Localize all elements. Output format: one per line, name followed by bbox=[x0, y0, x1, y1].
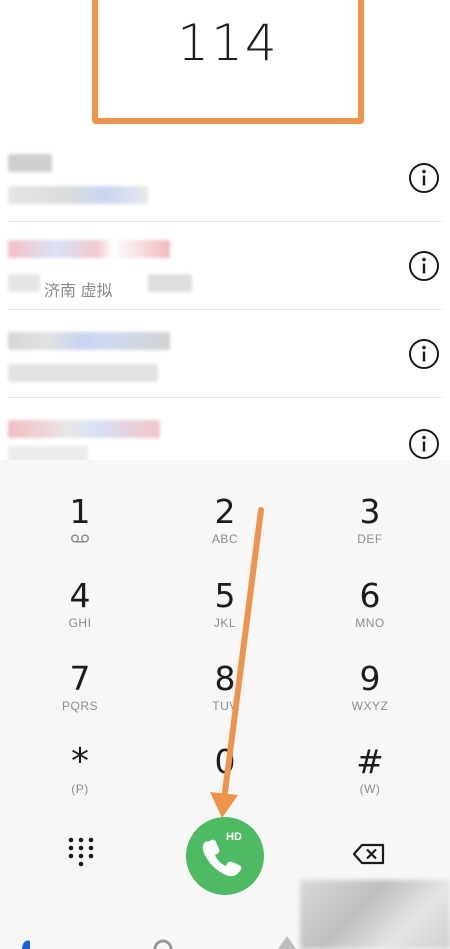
favorites-tab-icon[interactable] bbox=[278, 936, 296, 949]
hd-badge: HD bbox=[226, 831, 242, 843]
contact-row[interactable]: 济南 虚拟 bbox=[0, 222, 450, 310]
dialpad-icon[interactable] bbox=[66, 836, 96, 870]
dialed-number: 114 bbox=[177, 14, 279, 72]
key-7[interactable]: 7 PQRS bbox=[5, 627, 155, 714]
bottom-nav bbox=[22, 936, 296, 949]
info-icon[interactable] bbox=[408, 250, 440, 282]
key-8[interactable]: 8 TUV bbox=[150, 627, 300, 714]
key-hash[interactable]: # (W) bbox=[295, 710, 445, 797]
key-2[interactable]: 2 ABC bbox=[150, 460, 300, 547]
key-3[interactable]: 3 DEF bbox=[295, 460, 445, 547]
call-button[interactable]: HD bbox=[186, 817, 264, 895]
key-4[interactable]: 4 GHI bbox=[5, 544, 155, 631]
phone-tab-icon[interactable] bbox=[22, 940, 30, 949]
key-1[interactable]: 1 bbox=[5, 460, 155, 544]
phone-icon bbox=[202, 839, 242, 877]
voicemail-icon bbox=[71, 534, 89, 543]
info-icon[interactable] bbox=[408, 338, 440, 370]
contact-row[interactable] bbox=[0, 134, 450, 222]
key-5[interactable]: 5 JKL bbox=[150, 544, 300, 631]
info-icon[interactable] bbox=[408, 162, 440, 194]
info-icon[interactable] bbox=[408, 428, 440, 460]
contacts-tab-icon[interactable] bbox=[153, 939, 173, 949]
backspace-icon[interactable] bbox=[352, 843, 386, 865]
contact-row[interactable] bbox=[0, 310, 450, 398]
number-display-highlight: 114 bbox=[92, 0, 364, 124]
key-9[interactable]: 9 WXYZ bbox=[295, 627, 445, 714]
key-6[interactable]: 6 MNO bbox=[295, 544, 445, 631]
key-0[interactable]: 0 bbox=[150, 710, 300, 794]
key-star[interactable]: * (P) bbox=[5, 710, 155, 797]
contact-subtitle: 济南 虚拟 bbox=[44, 283, 113, 300]
